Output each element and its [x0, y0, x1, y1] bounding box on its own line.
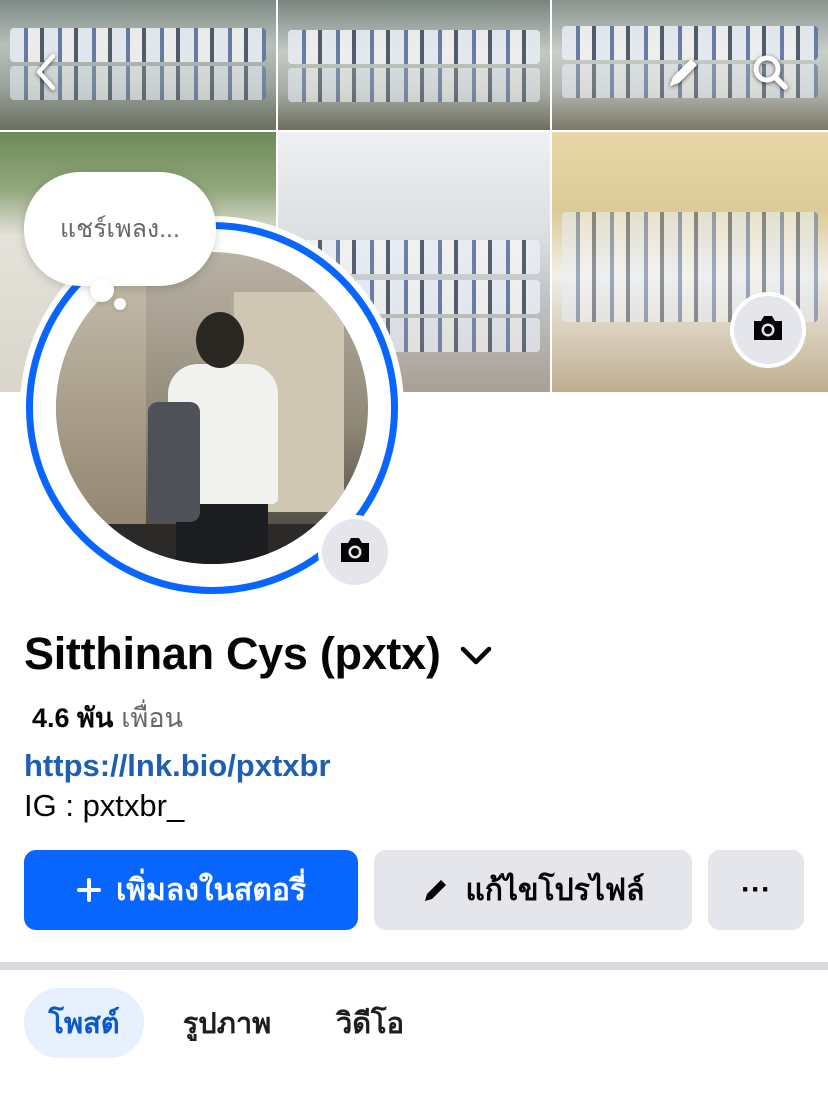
- search-icon: [749, 51, 791, 98]
- tab-label: วิดีโอ: [335, 1008, 405, 1040]
- add-to-story-button[interactable]: เพิ่มลงในสตอรี่: [24, 850, 358, 930]
- pencil-icon: [421, 875, 451, 905]
- chevron-down-icon[interactable]: [459, 645, 493, 667]
- bio-link[interactable]: https://lnk.bio/pxtxbr: [24, 748, 331, 784]
- friends-count[interactable]: 4.6 พัน เพื่อน: [32, 696, 183, 739]
- pencil-icon: [664, 52, 704, 97]
- tab-label: รูปภาพ: [182, 1008, 272, 1040]
- tab-photos[interactable]: รูปภาพ: [166, 988, 288, 1058]
- more-options-button[interactable]: ···: [708, 850, 804, 930]
- cover-camera-button[interactable]: [734, 296, 802, 364]
- edit-cover-button[interactable]: [658, 48, 710, 100]
- back-button[interactable]: [20, 48, 72, 100]
- tab-posts[interactable]: โพสต์: [24, 988, 144, 1058]
- more-icon: ···: [741, 873, 771, 906]
- tab-label: โพสต์: [48, 1008, 120, 1040]
- section-divider: [0, 962, 828, 970]
- profile-name-row[interactable]: Sitthinan Cys (pxtx): [24, 628, 493, 680]
- note-bubble-tail: [114, 298, 126, 310]
- edit-profile-button[interactable]: แก้ไขโปรไฟล์: [374, 850, 692, 930]
- friends-count-value: 4.6 พัน: [32, 703, 114, 733]
- add-to-story-label: เพิ่มลงในสตอรี่: [116, 873, 306, 907]
- tab-videos[interactable]: วิดีโอ: [318, 988, 422, 1058]
- bio-text: IG : pxtxbr_: [24, 788, 185, 823]
- profile-camera-button[interactable]: [322, 519, 388, 585]
- profile-page: แชร์เพลง... Sitthinan Cys (pxtx) 4.6 พัน…: [0, 0, 828, 1104]
- profile-name: Sitthinan Cys (pxtx): [24, 628, 441, 679]
- cover-photo-tile: [278, 0, 550, 130]
- plus-icon: [76, 877, 102, 903]
- camera-icon: [338, 536, 372, 569]
- note-text: แชร์เพลง...: [60, 215, 180, 243]
- note-bubble[interactable]: แชร์เพลง...: [24, 172, 216, 286]
- note-bubble-tail: [90, 278, 114, 302]
- camera-icon: [751, 314, 785, 347]
- friends-count-label: เพื่อน: [121, 703, 183, 733]
- chevron-left-icon: [31, 52, 61, 97]
- search-button[interactable]: [744, 48, 796, 100]
- edit-profile-label: แก้ไขโปรไฟล์: [465, 873, 645, 907]
